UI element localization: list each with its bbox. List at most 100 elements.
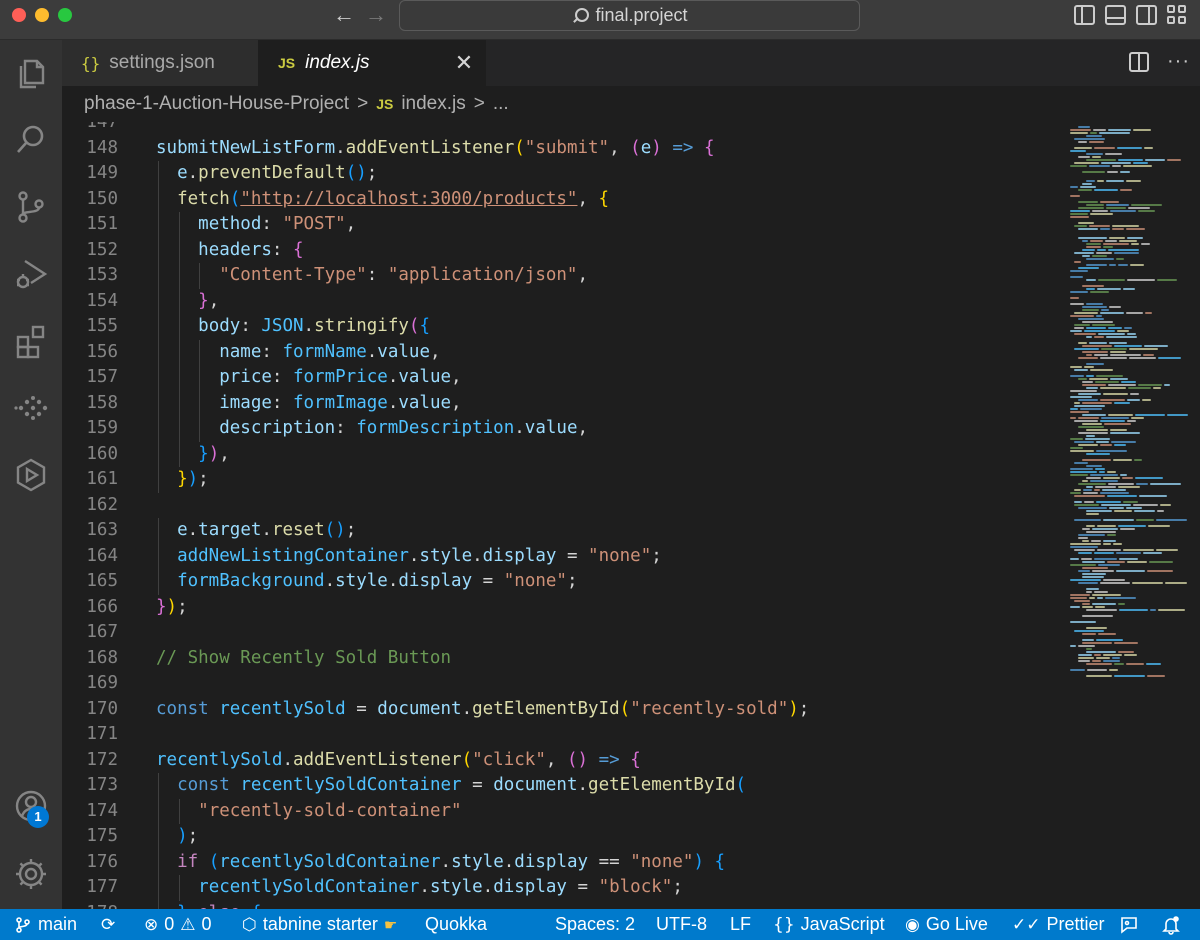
breadcrumb-symbol[interactable]: ... xyxy=(493,93,509,115)
indent-guide xyxy=(199,365,201,391)
split-editor-icon[interactable] xyxy=(1129,51,1150,72)
close-tab-icon[interactable]: ✕ xyxy=(452,51,476,75)
accounts-icon[interactable]: 1 xyxy=(0,778,62,834)
search-icon[interactable] xyxy=(0,112,62,168)
minimize-window-button[interactable] xyxy=(35,8,49,22)
minimap-line xyxy=(1086,453,1110,455)
code-line[interactable]: 160 }), xyxy=(62,441,1062,467)
toggle-panel-icon[interactable] xyxy=(1105,5,1126,25)
source-control-icon[interactable] xyxy=(0,179,62,235)
minimap-line xyxy=(1130,264,1144,266)
code-text: image: formImage.value, xyxy=(156,391,461,417)
tabnine-status[interactable]: ⬡ tabnine starter ☛ xyxy=(242,909,397,940)
minimap-line xyxy=(1070,621,1096,623)
code-text: recentlySold.addEventListener("click", (… xyxy=(156,748,641,774)
minimap-line xyxy=(1100,357,1127,359)
code-line[interactable]: 175 ); xyxy=(62,824,1062,850)
quokka-icon[interactable] xyxy=(0,447,62,503)
back-arrow-icon[interactable]: ← xyxy=(332,4,356,28)
close-window-button[interactable] xyxy=(12,8,26,22)
minimap-line xyxy=(1092,603,1116,605)
line-number: 171 xyxy=(86,724,118,744)
code-line[interactable]: 157 price: formPrice.value, xyxy=(62,365,1062,391)
minimap-line xyxy=(1103,477,1120,479)
code-editor[interactable]: 147 148 submitNewListForm.addEventListener… xyxy=(62,122,1062,909)
toggle-secondary-sidebar-icon[interactable] xyxy=(1136,5,1157,25)
minimap-line xyxy=(1096,252,1112,254)
code-token: ) xyxy=(166,596,178,617)
forward-arrow-icon[interactable]: → xyxy=(364,4,388,28)
code-line[interactable]: 171 xyxy=(62,722,1062,748)
code-line[interactable]: 147 xyxy=(62,122,1062,136)
tab-index-js[interactable]: JS index.js ✕ xyxy=(258,40,486,86)
breadcrumb-folder[interactable]: phase-1-Auction-House-Project xyxy=(84,93,349,115)
code-line[interactable]: 177 recentlySoldContainer.style.display … xyxy=(62,875,1062,901)
indentation-status[interactable]: Spaces: 2 xyxy=(555,909,635,940)
code-line[interactable]: 154 }, xyxy=(62,288,1062,314)
minimap-line xyxy=(1070,579,1101,581)
command-center-search[interactable]: final.project xyxy=(399,0,860,31)
code-line[interactable]: 149 e.preventDefault(); xyxy=(62,161,1062,187)
toggle-primary-sidebar-icon[interactable] xyxy=(1074,5,1095,25)
code-line[interactable]: 174 "recently-sold-container" xyxy=(62,798,1062,824)
breadcrumb-file[interactable]: index.js xyxy=(401,93,465,115)
code-line[interactable]: 159 description: formDescription.value, xyxy=(62,416,1062,442)
code-line[interactable]: 169 xyxy=(62,671,1062,697)
code-text: description: formDescription.value, xyxy=(156,416,588,442)
code-text: }); xyxy=(156,595,188,621)
run-and-debug-icon[interactable] xyxy=(0,246,62,302)
maximize-window-button[interactable] xyxy=(58,8,72,22)
code-line[interactable]: 166}); xyxy=(62,595,1062,621)
more-actions-icon[interactable]: ··· xyxy=(1167,50,1190,73)
minimap[interactable] xyxy=(1062,122,1200,909)
code-line[interactable]: 153 "Content-Type": "application/json", xyxy=(62,263,1062,289)
code-line[interactable]: 172 recentlySold.addEventListener("click"… xyxy=(62,748,1062,774)
indent-guide xyxy=(178,798,180,824)
eol-status[interactable]: LF xyxy=(730,909,751,940)
code-line[interactable]: 150 fetch("http://localhost:3000/product… xyxy=(62,186,1062,212)
notifications-button[interactable] xyxy=(1161,909,1181,940)
sync-button[interactable]: ⟳ xyxy=(101,909,115,940)
code-text: e.target.reset(); xyxy=(156,518,356,544)
prettier-status[interactable]: ✓✓ Prettier xyxy=(1012,909,1105,940)
code-line[interactable]: 168 // Show Recently Sold Button xyxy=(62,646,1062,672)
explorer-icon[interactable] xyxy=(0,45,62,101)
code-line[interactable]: 162 xyxy=(62,493,1062,519)
code-line[interactable]: 165 formBackground.style.display = "none… xyxy=(62,569,1062,595)
code-text: price: formPrice.value, xyxy=(156,365,461,391)
code-line[interactable]: 170 const recentlySold = document.getElem… xyxy=(62,697,1062,723)
minimap-line xyxy=(1118,525,1146,527)
code-line[interactable]: 164 addNewListingContainer.style.display… xyxy=(62,543,1062,569)
quokka-status[interactable]: Quokka xyxy=(425,909,487,940)
go-live-status[interactable]: ◉ Go Live xyxy=(905,909,988,940)
feedback-button[interactable] xyxy=(1119,909,1139,940)
language-mode-status[interactable]: {} JavaScript xyxy=(773,909,885,940)
customize-layout-icon[interactable] xyxy=(1167,5,1188,25)
extensions-icon[interactable] xyxy=(0,313,62,369)
minimap-line xyxy=(1110,429,1127,431)
code-line[interactable]: 155 body: JSON.stringify({ xyxy=(62,314,1062,340)
code-line[interactable]: 152 headers: { xyxy=(62,237,1062,263)
minimap-line xyxy=(1078,426,1104,428)
code-line[interactable]: 163 e.target.reset(); xyxy=(62,518,1062,544)
minimap-line xyxy=(1090,132,1097,134)
code-token: = xyxy=(566,877,599,897)
settings-gear-icon[interactable] xyxy=(0,846,62,902)
code-line[interactable]: 178 } else { xyxy=(62,900,1062,909)
tabnine-icon[interactable] xyxy=(0,380,62,436)
code-line[interactable]: 176 if (recentlySoldContainer.style.disp… xyxy=(62,849,1062,875)
tab-label: index.js xyxy=(305,52,370,73)
git-branch-status[interactable]: main xyxy=(14,909,77,940)
code-line[interactable]: 173 const recentlySoldContainer = docume… xyxy=(62,773,1062,799)
code-line[interactable]: 148 submitNewListForm.addEventListener("s… xyxy=(62,136,1062,162)
code-line[interactable]: 161 }); xyxy=(62,467,1062,493)
encoding-status[interactable]: UTF-8 xyxy=(656,909,707,940)
code-token: getElementById xyxy=(472,698,620,719)
code-token: , xyxy=(577,188,599,209)
code-line[interactable]: 151 method: "POST", xyxy=(62,212,1062,238)
tab-settings-json[interactable]: {} settings.json xyxy=(62,40,258,86)
problems-status[interactable]: ⊗ 0 ⚠ 0 xyxy=(144,909,212,940)
code-line[interactable]: 158 image: formImage.value, xyxy=(62,390,1062,417)
code-line[interactable]: 167 xyxy=(62,620,1062,646)
code-line[interactable]: 156 name: formName.value, xyxy=(62,339,1062,365)
